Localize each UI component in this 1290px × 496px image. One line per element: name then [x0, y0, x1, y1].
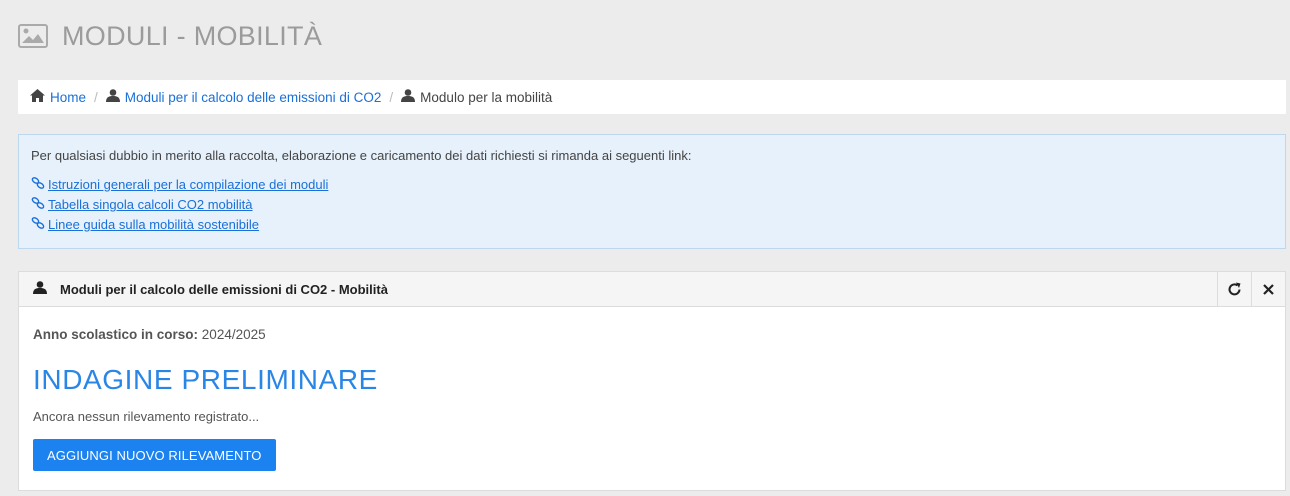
info-intro: Per qualsiasi dubbio in merito alla racc…	[31, 148, 692, 163]
survey-title: INDAGINE PRELIMINARE	[33, 364, 378, 395]
empty-state-text: Ancora nessun rilevamento registrato...	[33, 409, 260, 424]
user-icon	[401, 89, 416, 105]
mobility-panel: Moduli per il calcolo delle emissioni di…	[18, 271, 1286, 491]
panel-tools	[1217, 272, 1285, 306]
breadcrumb-moduli-link[interactable]: Moduli per il calcolo delle emissioni di…	[125, 90, 382, 105]
breadcrumb-current: Modulo per la mobilità	[420, 89, 553, 105]
panel-header: Moduli per il calcolo delle emissioni di…	[19, 272, 1285, 307]
user-icon	[33, 281, 47, 297]
add-survey-button[interactable]: AGGIUNGI NUOVO RILEVAMENTO	[33, 439, 276, 471]
image-icon	[18, 24, 48, 48]
school-year-label: Anno scolastico in corso:	[33, 327, 199, 342]
page-title: MODULI - MOBILITÀ	[62, 20, 323, 51]
info-box: Per qualsiasi dubbio in merito alla racc…	[18, 134, 1286, 249]
school-year: Anno scolastico in corso: 2024/2025	[33, 327, 1271, 342]
link-label: Tabella singola calcoli CO2 mobilità	[48, 197, 253, 212]
breadcrumb-separator: /	[94, 89, 98, 105]
page-header: MODULI - MOBILITÀ	[0, 0, 1290, 72]
breadcrumb: Home / Moduli per il calcolo delle emiss…	[18, 80, 1286, 114]
link-label: Linee guida sulla mobilità sostenibile	[48, 217, 260, 232]
user-icon	[105, 89, 120, 105]
link-linee-guida[interactable]: Linee guida sulla mobilità sostenibile	[31, 215, 1273, 235]
refresh-icon[interactable]	[1217, 272, 1251, 306]
link-icon	[31, 195, 45, 215]
link-label: Istruzioni generali per la compilazione …	[48, 177, 329, 192]
home-icon	[30, 89, 45, 105]
school-year-value: 2024/2025	[201, 327, 266, 342]
breadcrumb-home-link[interactable]: Home	[50, 90, 86, 105]
link-istruzioni-generali[interactable]: Istruzioni generali per la compilazione …	[31, 175, 1273, 195]
close-icon[interactable]	[1251, 272, 1285, 306]
panel-body: Anno scolastico in corso: 2024/2025 INDA…	[19, 307, 1285, 491]
panel-title: Moduli per il calcolo delle emissioni di…	[60, 281, 388, 297]
link-icon	[31, 215, 45, 235]
breadcrumb-separator: /	[389, 89, 394, 105]
link-tabella-calcoli[interactable]: Tabella singola calcoli CO2 mobilità	[31, 195, 1273, 215]
link-icon	[31, 175, 45, 195]
